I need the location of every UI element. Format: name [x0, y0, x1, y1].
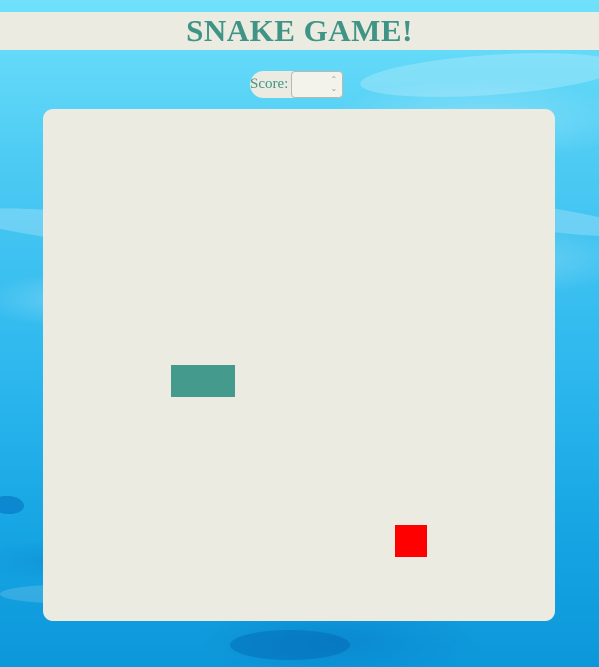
food — [395, 525, 427, 557]
score-container: Score: ⌃ ⌄ — [250, 71, 344, 98]
water-shadow — [230, 630, 350, 660]
score-label: Score: — [250, 76, 289, 92]
water-shadow — [0, 496, 24, 514]
title-bar: SNAKE GAME! — [0, 12, 599, 50]
snake-segment — [171, 365, 203, 397]
snake-segment — [203, 365, 235, 397]
chevron-up-icon[interactable]: ⌃ — [330, 76, 337, 84]
chevron-down-icon[interactable]: ⌄ — [330, 85, 337, 93]
game-board[interactable] — [43, 109, 555, 621]
water-ripple — [358, 45, 599, 105]
score-spinner[interactable]: ⌃ ⌄ — [329, 76, 338, 93]
page-title: SNAKE GAME! — [186, 13, 413, 48]
score-field[interactable]: ⌃ ⌄ — [291, 71, 344, 98]
